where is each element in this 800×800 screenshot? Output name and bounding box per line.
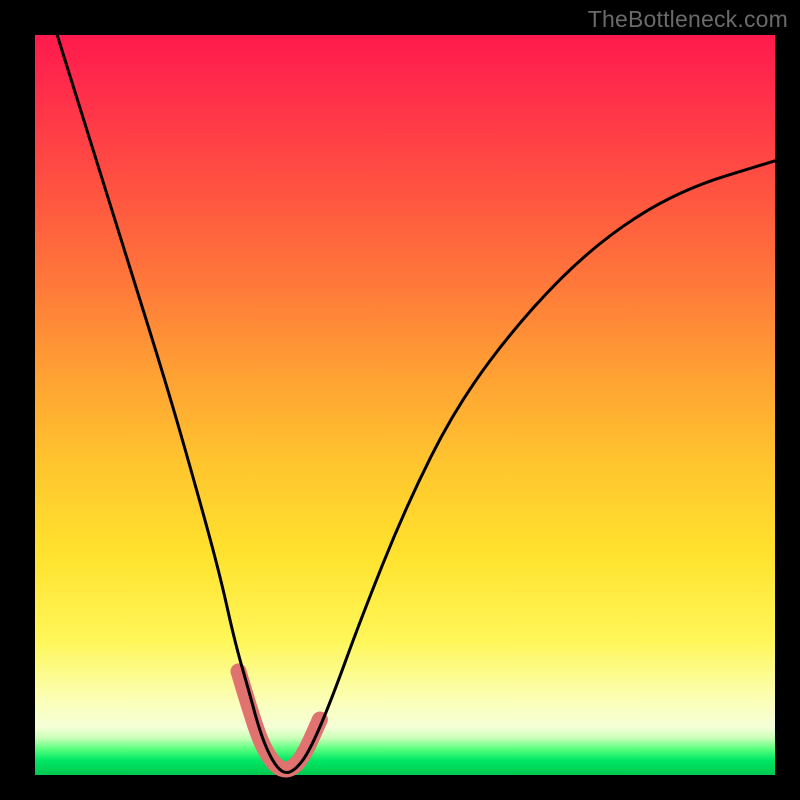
bottleneck-curve (57, 35, 775, 773)
curve-svg (35, 35, 775, 775)
chart-frame: TheBottleneck.com (0, 0, 800, 800)
plot-area (35, 35, 775, 775)
watermark-text: TheBottleneck.com (588, 6, 788, 33)
